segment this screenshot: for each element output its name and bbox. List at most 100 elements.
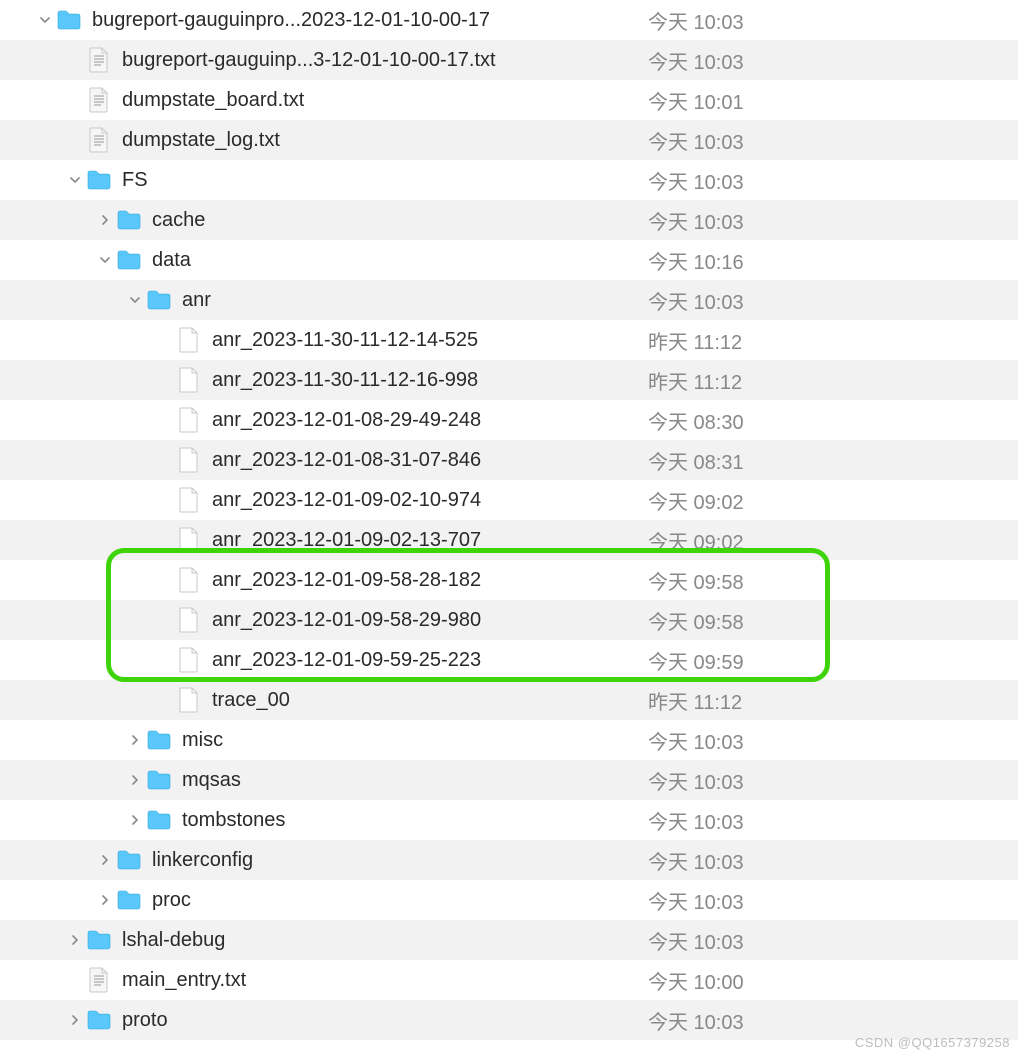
text-file-icon — [86, 967, 112, 993]
file-name: dumpstate_log.txt — [122, 129, 280, 152]
file-row[interactable]: anr_2023-12-01-09-58-29-980 今天 09:58 — [0, 600, 1018, 640]
folder-icon — [116, 887, 142, 913]
file-row[interactable]: anr_2023-12-01-08-31-07-846今天 08:31 — [0, 440, 1018, 480]
file-icon — [176, 647, 202, 673]
chevron-right-icon[interactable] — [128, 815, 142, 825]
file-row[interactable]: anr_2023-12-01-09-02-10-974 今天 09:02 — [0, 480, 1018, 520]
file-row[interactable]: misc 今天 10:03 — [0, 720, 1018, 760]
file-name: data — [152, 249, 191, 272]
chevron-right-icon[interactable] — [98, 855, 112, 865]
chevron-right-icon[interactable] — [68, 1015, 82, 1025]
file-tree: bugreport-gauguinpro...2023-12-01-10-00-… — [0, 0, 1018, 1040]
chevron-down-icon[interactable] — [38, 15, 52, 25]
chevron-down-icon[interactable] — [68, 175, 82, 185]
file-row[interactable]: proto今天 10:03 — [0, 1000, 1018, 1040]
file-date: 今天 10:03 — [648, 166, 744, 195]
file-name: bugreport-gauguinp...3-12-01-10-00-17.tx… — [122, 49, 496, 72]
folder-icon — [116, 247, 142, 273]
file-name: bugreport-gauguinpro...2023-12-01-10-00-… — [92, 9, 490, 32]
file-name: anr_2023-12-01-09-58-29-980 — [212, 609, 481, 632]
folder-icon — [86, 1007, 112, 1033]
file-date: 今天 10:03 — [648, 926, 744, 955]
folder-icon — [86, 167, 112, 193]
chevron-right-icon[interactable] — [68, 935, 82, 945]
folder-icon — [116, 847, 142, 873]
watermark: CSDN @QQ1657379258 — [855, 1035, 1010, 1050]
file-name: anr_2023-12-01-08-29-49-248 — [212, 409, 481, 432]
file-row[interactable]: dumpstate_log.txt 今天 10:03 — [0, 120, 1018, 160]
file-row[interactable]: anr_2023-12-01-09-58-28-182今天 09:58 — [0, 560, 1018, 600]
file-row[interactable]: dumpstate_board.txt今天 10:01 — [0, 80, 1018, 120]
file-date: 今天 10:16 — [648, 246, 744, 275]
file-row[interactable]: anr_2023-12-01-09-59-25-223 今天 09:59 — [0, 640, 1018, 680]
file-row[interactable]: mqsas 今天 10:03 — [0, 760, 1018, 800]
file-row[interactable]: FS 今天 10:03 — [0, 160, 1018, 200]
file-row[interactable]: proc今天 10:03 — [0, 880, 1018, 920]
file-date: 今天 09:59 — [648, 646, 744, 675]
folder-icon — [146, 767, 172, 793]
file-row[interactable]: cache 今天 10:03 — [0, 200, 1018, 240]
folder-icon — [146, 287, 172, 313]
file-date: 今天 08:30 — [648, 406, 744, 435]
file-date: 今天 10:03 — [648, 206, 744, 235]
file-name: anr_2023-12-01-09-59-25-223 — [212, 649, 481, 672]
file-icon — [176, 367, 202, 393]
file-date: 今天 10:03 — [648, 286, 744, 315]
file-date: 今天 09:58 — [648, 606, 744, 635]
file-name: mqsas — [182, 769, 241, 792]
file-icon — [176, 607, 202, 633]
file-date: 今天 09:02 — [648, 486, 744, 515]
file-date: 今天 10:03 — [648, 846, 744, 875]
folder-icon — [56, 7, 82, 33]
file-row[interactable]: linkerconfig 今天 10:03 — [0, 840, 1018, 880]
chevron-right-icon[interactable] — [128, 735, 142, 745]
file-icon — [176, 407, 202, 433]
file-name: misc — [182, 729, 223, 752]
file-row[interactable]: anr_2023-12-01-09-02-13-707 今天 09:02 — [0, 520, 1018, 560]
file-date: 今天 10:01 — [648, 86, 744, 115]
file-date: 今天 09:58 — [648, 566, 744, 595]
chevron-right-icon[interactable] — [98, 215, 112, 225]
file-name: linkerconfig — [152, 849, 253, 872]
chevron-right-icon[interactable] — [98, 895, 112, 905]
file-icon — [176, 527, 202, 553]
file-row[interactable]: tombstones今天 10:03 — [0, 800, 1018, 840]
file-name: anr — [182, 289, 211, 312]
file-row[interactable]: lshal-debug 今天 10:03 — [0, 920, 1018, 960]
file-date: 昨天 11:12 — [648, 366, 742, 395]
file-name: main_entry.txt — [122, 969, 246, 992]
file-date: 今天 10:03 — [648, 766, 744, 795]
file-date: 今天 10:03 — [648, 726, 744, 755]
file-name: lshal-debug — [122, 929, 225, 952]
chevron-down-icon[interactable] — [98, 255, 112, 265]
file-icon — [176, 567, 202, 593]
file-date: 今天 10:03 — [648, 6, 744, 35]
file-name: FS — [122, 169, 148, 192]
file-date: 今天 09:02 — [648, 526, 744, 555]
file-row[interactable]: anr_2023-12-01-08-29-49-248 今天 08:30 — [0, 400, 1018, 440]
file-date: 今天 10:03 — [648, 1006, 744, 1035]
file-name: anr_2023-11-30-11-12-14-525 — [212, 329, 478, 352]
file-name: cache — [152, 209, 205, 232]
file-date: 今天 10:03 — [648, 126, 744, 155]
folder-icon — [116, 207, 142, 233]
chevron-right-icon[interactable] — [128, 775, 142, 785]
file-row[interactable]: trace_00昨天 11:12 — [0, 680, 1018, 720]
file-icon — [176, 687, 202, 713]
file-row[interactable]: anr_2023-11-30-11-12-14-525昨天 11:12 — [0, 320, 1018, 360]
file-name: anr_2023-12-01-09-02-10-974 — [212, 489, 481, 512]
file-icon — [176, 327, 202, 353]
file-row[interactable]: main_entry.txt 今天 10:00 — [0, 960, 1018, 1000]
file-row[interactable]: anr 今天 10:03 — [0, 280, 1018, 320]
chevron-down-icon[interactable] — [128, 295, 142, 305]
folder-icon — [146, 807, 172, 833]
file-date: 今天 10:00 — [648, 966, 744, 995]
text-file-icon — [86, 47, 112, 73]
file-row[interactable]: bugreport-gauguinpro...2023-12-01-10-00-… — [0, 0, 1018, 40]
file-row[interactable]: bugreport-gauguinp...3-12-01-10-00-17.tx… — [0, 40, 1018, 80]
file-row[interactable]: anr_2023-11-30-11-12-16-998昨天 11:12 — [0, 360, 1018, 400]
file-date: 今天 10:03 — [648, 806, 744, 835]
file-row[interactable]: data 今天 10:16 — [0, 240, 1018, 280]
file-name: anr_2023-12-01-09-02-13-707 — [212, 529, 481, 552]
file-date: 今天 08:31 — [648, 446, 744, 475]
